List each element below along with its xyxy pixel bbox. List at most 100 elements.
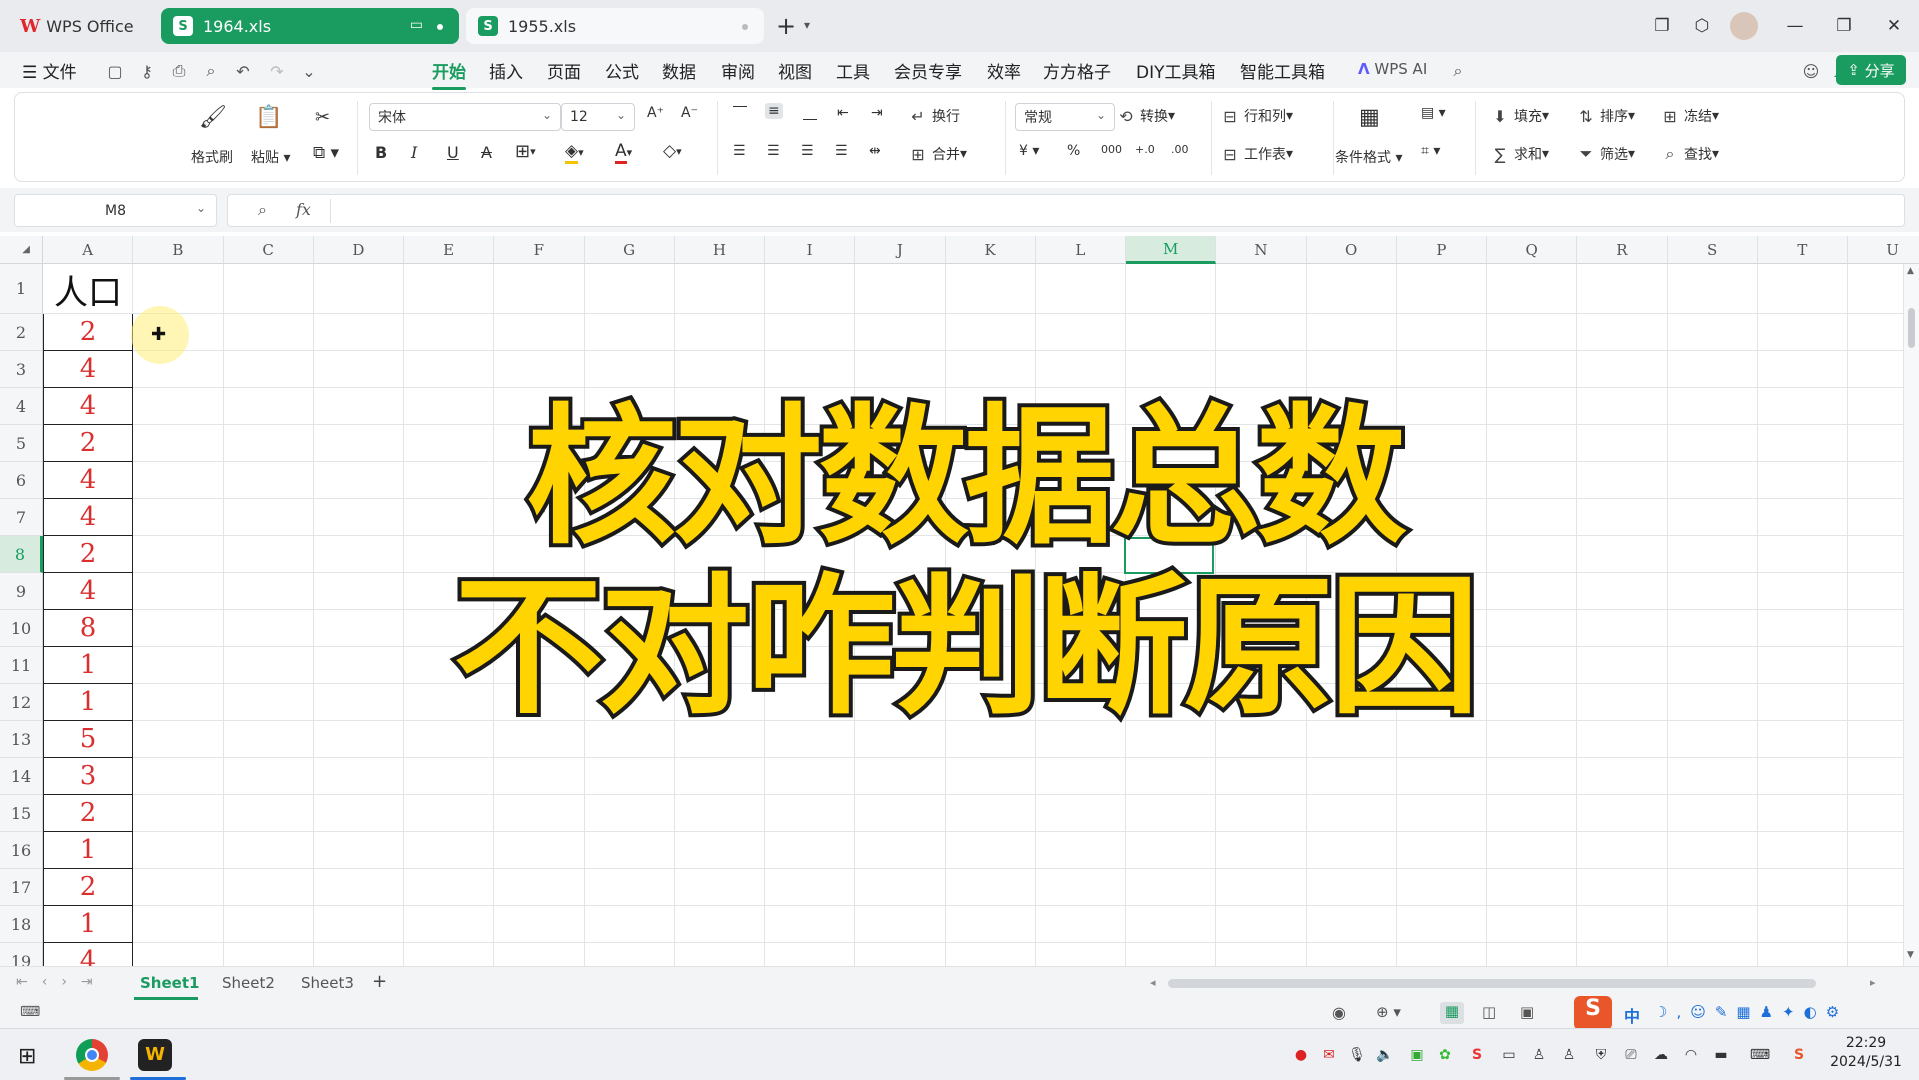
- strikethrough-icon[interactable]: A: [481, 143, 492, 162]
- increase-indent-icon[interactable]: ⇥: [871, 105, 883, 121]
- tab-list-chevron-icon[interactable]: ▾: [804, 18, 810, 32]
- horizontal-scroll-thumb[interactable]: [1168, 979, 1816, 988]
- cell-a15[interactable]: 2: [43, 795, 133, 832]
- eye-protect-icon[interactable]: ◉: [1332, 1003, 1346, 1022]
- column-header-p[interactable]: P: [1396, 236, 1487, 264]
- select-all-button[interactable]: ◢: [0, 236, 43, 264]
- cell-a17[interactable]: 2: [43, 869, 133, 906]
- tab-smart-toolbox[interactable]: 智能工具箱: [1240, 58, 1325, 83]
- tab-view[interactable]: 视图: [778, 58, 812, 83]
- convert-button[interactable]: ⟲ 转换 ▾: [1115, 105, 1175, 127]
- decrease-indent-icon[interactable]: ⇤: [837, 105, 849, 121]
- column-header-h[interactable]: H: [674, 236, 765, 264]
- save-icon[interactable]: ▢: [104, 60, 126, 82]
- wechat-icon[interactable]: ✿: [1436, 1046, 1454, 1064]
- decrease-font-icon[interactable]: A⁻: [681, 105, 698, 121]
- tab-tools[interactable]: 工具: [836, 58, 870, 83]
- tab-home[interactable]: 开始: [432, 58, 466, 90]
- display-icon[interactable]: ▭: [1500, 1046, 1518, 1064]
- column-header-d[interactable]: D: [313, 236, 404, 264]
- sheet-tab-sheet2[interactable]: Sheet2: [222, 974, 275, 992]
- record-icon[interactable]: ●: [1292, 1046, 1310, 1064]
- tab-page[interactable]: 页面: [547, 58, 581, 83]
- mail-icon[interactable]: ✉: [1320, 1046, 1338, 1064]
- minimize-icon[interactable]: —: [1783, 14, 1807, 38]
- wifi-icon[interactable]: ◠: [1682, 1046, 1700, 1064]
- column-header-o[interactable]: O: [1306, 236, 1397, 264]
- keyboard-icon[interactable]: ⌨: [1746, 1046, 1774, 1064]
- column-header-m[interactable]: M: [1126, 236, 1217, 264]
- quick-access-chevron-icon[interactable]: ⌄: [298, 60, 320, 82]
- tab-fangfang[interactable]: 方方格子: [1043, 58, 1111, 83]
- sogou-ime-icon[interactable]: S: [1574, 996, 1612, 1030]
- cell-a1[interactable]: 人口: [43, 264, 133, 314]
- nvidia-icon[interactable]: ▣: [1408, 1046, 1426, 1064]
- tab-1955-xls[interactable]: S 1955.xls: [466, 8, 764, 44]
- cloud-icon[interactable]: ☁: [1652, 1046, 1670, 1064]
- undo-icon[interactable]: ↶: [232, 60, 254, 82]
- cell-icon[interactable]: ⌗ ▾: [1421, 143, 1440, 159]
- row-header-1[interactable]: 1: [0, 264, 43, 314]
- screen-capture-icon[interactable]: ⎚: [1622, 1046, 1640, 1064]
- avatar[interactable]: [1730, 12, 1758, 40]
- shield-icon[interactable]: ⛨: [1592, 1046, 1610, 1064]
- align-middle-icon[interactable]: ≡: [765, 103, 783, 119]
- cell-a19[interactable]: 4: [43, 943, 133, 966]
- macro-icon[interactable]: ⌨: [20, 1004, 40, 1020]
- align-left-icon[interactable]: ☰: [733, 143, 746, 159]
- italic-icon[interactable]: I: [411, 143, 417, 162]
- fill-color-icon[interactable]: ◈ ▾: [565, 141, 584, 164]
- worksheet-button[interactable]: ⊟ 工作表 ▾: [1219, 143, 1293, 165]
- paste-icon[interactable]: 📋: [255, 105, 282, 130]
- cell-a14[interactable]: 3: [43, 758, 133, 795]
- column-header-q[interactable]: Q: [1487, 236, 1578, 264]
- spreadsheet-grid[interactable]: ◢ ABCDEFGHIJKLMNOPQRSTU 1 2 3 4 5 6 7 8 9 10 11 12 1…: [0, 236, 1919, 966]
- volume-icon[interactable]: 🔈: [1376, 1046, 1394, 1064]
- font-size-select[interactable]: 12 ⌄: [561, 103, 635, 131]
- ime-mode-label[interactable]: 中: [1624, 1003, 1640, 1027]
- column-header-c[interactable]: C: [223, 236, 314, 264]
- wps-ai-button[interactable]: Λ WPS AI: [1358, 60, 1427, 78]
- fx-icon[interactable]: fx: [296, 200, 311, 219]
- rows-cols-button[interactable]: ⊟ 行和列 ▾: [1219, 105, 1293, 127]
- tab-review[interactable]: 审阅: [721, 58, 755, 83]
- cell-a2[interactable]: 2: [43, 314, 133, 351]
- mic-icon[interactable]: 🎙: [1348, 1046, 1366, 1064]
- ime-toolbar-icons[interactable]: ☽,☺✎▦♟✦◐⚙: [1654, 1003, 1848, 1021]
- close-icon[interactable]: ✕: [1882, 14, 1906, 38]
- row-header-2[interactable]: 2: [0, 314, 43, 351]
- justify-icon[interactable]: ☰: [835, 143, 848, 159]
- view-mode-icon[interactable]: ⊕ ▾: [1376, 1003, 1401, 1021]
- merge-button[interactable]: ⊞ 合并 ▾: [907, 143, 967, 165]
- screen-icon[interactable]: ▭: [410, 17, 423, 33]
- chat-icon[interactable]: ☺: [1800, 60, 1822, 82]
- windows-start-icon[interactable]: ⊞: [18, 1044, 36, 1069]
- window-layout-icon[interactable]: ❐: [1650, 14, 1674, 38]
- vertical-scroll-thumb[interactable]: [1908, 308, 1915, 348]
- tab-insert[interactable]: 插入: [489, 58, 523, 83]
- number-format-select[interactable]: 常规 ⌄: [1015, 103, 1115, 131]
- column-header-u[interactable]: U: [1848, 236, 1919, 264]
- restore-icon[interactable]: ❐: [1832, 14, 1856, 38]
- column-header-e[interactable]: E: [404, 236, 495, 264]
- qq-icon[interactable]: ♙: [1530, 1046, 1548, 1064]
- distribute-icon[interactable]: ⇹: [869, 143, 881, 159]
- thousands-icon[interactable]: 000: [1101, 143, 1122, 156]
- column-header-k[interactable]: K: [945, 236, 1036, 264]
- decrease-decimal-icon[interactable]: .00: [1171, 143, 1189, 156]
- zoom-icon[interactable]: ⌕: [258, 200, 267, 220]
- key-icon[interactable]: ⚷: [136, 60, 158, 82]
- column-header-b[interactable]: B: [133, 236, 224, 264]
- clear-format-icon[interactable]: ◇ ▾: [663, 141, 682, 161]
- row-header-19[interactable]: 19: [0, 943, 43, 966]
- increase-decimal-icon[interactable]: +.0: [1135, 143, 1155, 156]
- paste-button[interactable]: 粘贴 ▾: [251, 147, 290, 167]
- column-header-a[interactable]: A: [43, 236, 134, 264]
- cell-a16[interactable]: 1: [43, 832, 133, 869]
- sum-button[interactable]: ∑ 求和 ▾: [1489, 143, 1549, 165]
- tab-data[interactable]: 数据: [662, 58, 696, 83]
- align-right-icon[interactable]: ☰: [801, 143, 814, 159]
- tab-formulas[interactable]: 公式: [605, 58, 639, 83]
- page-layout-icon[interactable]: ◫: [1482, 1003, 1496, 1021]
- table-style-icon[interactable]: ▤ ▾: [1421, 105, 1446, 121]
